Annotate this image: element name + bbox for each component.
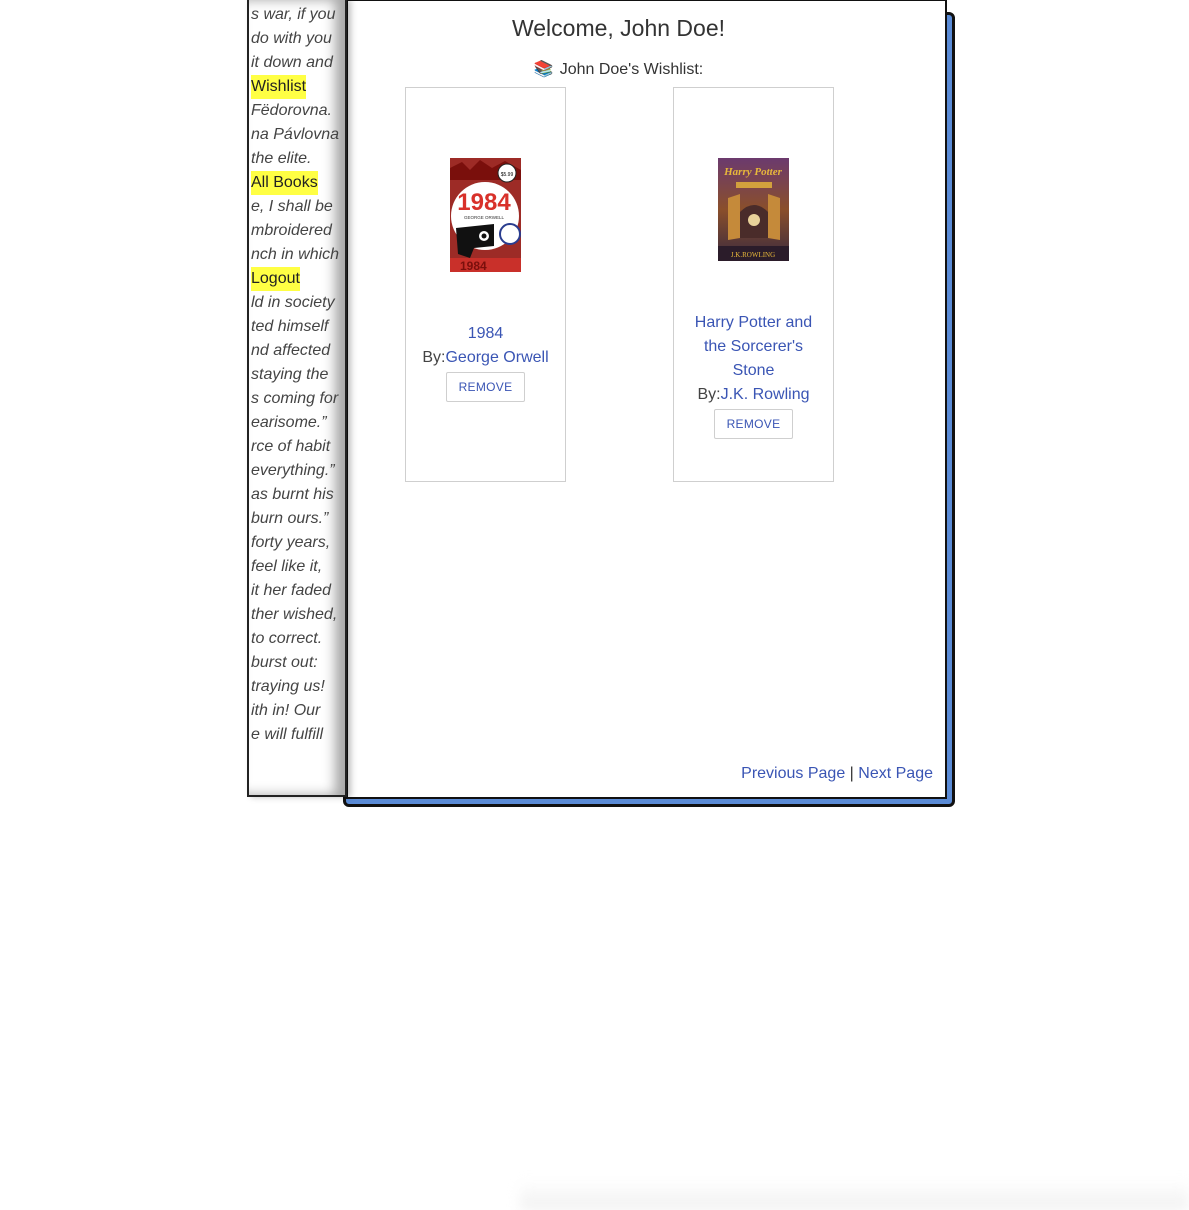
sidebar-text-line: it her faded: [251, 582, 332, 599]
remove-button[interactable]: REMOVE: [713, 409, 794, 439]
previous-page-link[interactable]: Previous Page: [741, 765, 845, 782]
sidebar-text-line: forty years,: [251, 534, 331, 551]
sidebar-text-line: ld in society: [251, 294, 335, 311]
sidebar-text-line: burst out:: [251, 654, 318, 671]
books-icon: 📚: [533, 61, 554, 78]
sidebar-text-line: traying us!: [251, 678, 325, 695]
sidebar-text-line: nch in which: [251, 246, 340, 263]
sidebar-text-line: ther wished,: [251, 606, 338, 623]
sidebar-link-all-books[interactable]: All Books: [251, 171, 318, 195]
sidebar-text-line: na Pávlovna: [251, 126, 340, 143]
main-panel: Welcome, John Doe! 📚 John Doe's Wishlist:…: [346, 0, 947, 799]
sidebar-text-line: Fëdorovna.: [251, 102, 332, 119]
sidebar-text-line: as burnt his: [251, 486, 334, 503]
book-cover-harry-potter[interactable]: Harry Potter J.K.ROWLING: [718, 158, 789, 261]
book-cover-1984[interactable]: $5.99 1984 GEORGE ORWELL 1984: [450, 158, 521, 272]
by-label: By:: [697, 386, 721, 403]
sidebar-text-line: nd affected: [251, 342, 331, 359]
sidebar-nav-row: All Books: [251, 171, 345, 195]
sidebar-text-line: s war, if you: [251, 6, 336, 23]
sidebar: s war, if you do with you it down and Wishl…: [247, 0, 347, 797]
svg-text:$5.99: $5.99: [501, 172, 514, 178]
sidebar-text: s war, if you do with you it down and Wishl…: [251, 3, 345, 747]
svg-text:J.K.ROWLING: J.K.ROWLING: [731, 251, 775, 259]
page-title: Welcome, John Doe!: [511, 15, 726, 41]
by-label: By:: [422, 349, 446, 366]
sidebar-link-wishlist[interactable]: Wishlist: [251, 75, 307, 99]
sidebar-text-line: it down and: [251, 54, 333, 71]
book-cover-harry-potter-icon: Harry Potter J.K.ROWLING: [718, 158, 789, 261]
svg-text:GEORGE ORWELL: GEORGE ORWELL: [464, 215, 504, 220]
sidebar-text-line: e, I shall be: [251, 198, 333, 215]
author-link[interactable]: J.K. Rowling: [721, 386, 810, 403]
sidebar-text-line: the elite.: [251, 150, 312, 167]
bottom-shadow: [520, 1180, 1189, 1210]
sidebar-text-line: to correct.: [251, 630, 323, 647]
svg-text:1984: 1984: [460, 259, 487, 272]
sidebar-text-line: do with you: [251, 30, 332, 47]
sidebar-nav-row: Logout: [251, 267, 345, 291]
sidebar-text-line: mbroidered: [251, 222, 332, 239]
sidebar-text-line: s coming for: [251, 390, 339, 407]
pagination: Previous Page | Next Page: [741, 765, 933, 783]
wishlist-title: John Doe's Wishlist:: [559, 61, 704, 78]
author-link[interactable]: George Orwell: [445, 349, 548, 366]
sidebar-text-line: ted himself: [251, 318, 329, 335]
book-card: Harry Potter J.K.ROWLING Harry Potter an…: [673, 87, 834, 482]
sidebar-text-line: earisome.”: [251, 414, 327, 431]
sidebar-text-line: ith in! Our: [251, 702, 321, 719]
sidebar-text-line: staying the: [251, 366, 329, 383]
sidebar-text-line: rce of habit: [251, 438, 331, 455]
sidebar-nav-row: Wishlist: [251, 75, 345, 99]
sidebar-text-line: e will fulfill: [251, 726, 324, 743]
wishlist-heading: 📚 John Doe's Wishlist:: [348, 59, 889, 79]
sidebar-text-line: feel like it,: [251, 558, 323, 575]
svg-text:1984: 1984: [457, 189, 511, 216]
next-page-link[interactable]: Next Page: [858, 765, 933, 782]
sidebar-link-logout[interactable]: Logout: [251, 267, 300, 291]
book-card: $5.99 1984 GEORGE ORWELL 1984 1984 By:Ge…: [405, 87, 566, 482]
sidebar-text-line: burn ours.”: [251, 510, 329, 527]
remove-button[interactable]: REMOVE: [445, 372, 526, 402]
book-title-link[interactable]: 1984: [414, 322, 557, 346]
sidebar-text-line: everything.”: [251, 462, 335, 479]
book-cover-1984-icon: $5.99 1984 GEORGE ORWELL 1984: [450, 158, 521, 272]
svg-text:Harry Potter: Harry Potter: [723, 166, 782, 178]
pager-separator: |: [849, 765, 854, 782]
book-title-link[interactable]: Harry Potter and the Sorcerer's Stone: [682, 311, 825, 383]
